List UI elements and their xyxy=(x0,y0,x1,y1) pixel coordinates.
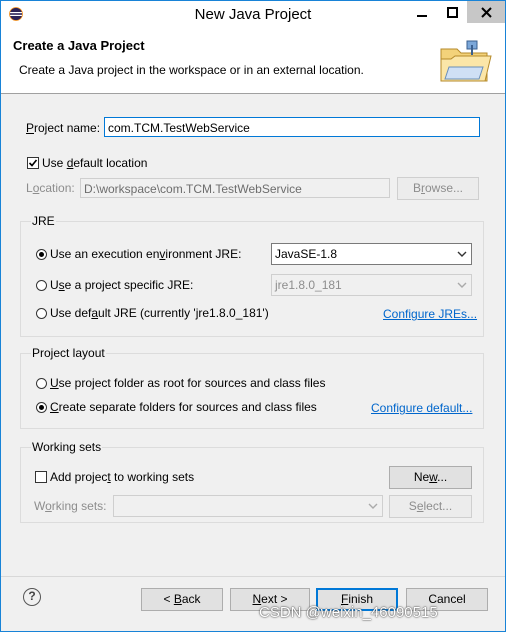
jre-default-radio[interactable] xyxy=(36,308,47,319)
add-to-working-sets-checkbox[interactable] xyxy=(35,471,47,483)
close-button[interactable] xyxy=(467,1,505,23)
execution-env-value: JavaSE-1.8 xyxy=(275,247,338,261)
location-input[interactable]: D:\workspace\com.TCM.TestWebService xyxy=(80,178,390,198)
layout-single-folder-radio[interactable] xyxy=(36,378,47,389)
jre-project-specific-radio[interactable] xyxy=(36,280,47,291)
jre-default-label: Use default JRE (currently 'jre1.8.0_181… xyxy=(50,306,269,320)
project-name-label: Project name: xyxy=(26,121,101,135)
project-layout-group xyxy=(20,353,484,429)
checkmark-icon xyxy=(28,159,38,167)
watermark: CSDN @weixin_46090515 xyxy=(259,604,438,621)
working-sets-group-title: Working sets xyxy=(31,440,103,454)
title-bar[interactable]: New Java Project xyxy=(1,1,505,29)
use-default-location-checkbox[interactable] xyxy=(27,157,39,169)
help-icon[interactable]: ? xyxy=(23,588,41,606)
location-label: Location: xyxy=(26,181,75,195)
working-sets-label: Working sets: xyxy=(34,499,107,513)
project-specific-jre-select[interactable]: jre1.8.0_181 xyxy=(271,274,472,296)
folder-wizard-icon xyxy=(440,40,492,82)
minimize-icon xyxy=(417,15,427,17)
use-default-location-label: Use default location xyxy=(42,156,148,170)
configure-jres-link[interactable]: Configure JREs... xyxy=(383,307,477,321)
jre-execution-env-label: Use an execution environment JRE: xyxy=(50,247,242,261)
dialog-window: New Java Project Create a Java Project C… xyxy=(0,0,506,632)
working-sets-select[interactable] xyxy=(113,495,383,517)
layout-separate-folders-radio[interactable] xyxy=(36,402,47,413)
project-specific-jre-value: jre1.8.0_181 xyxy=(275,278,342,292)
browse-button[interactable]: Browse... xyxy=(397,177,479,200)
jre-project-specific-label: Use a project specific JRE: xyxy=(50,278,194,292)
select-working-sets-button[interactable]: Select... xyxy=(389,495,472,518)
close-icon xyxy=(480,6,492,18)
execution-env-select[interactable]: JavaSE-1.8 xyxy=(271,243,472,265)
minimize-button[interactable] xyxy=(407,1,437,23)
jre-group-title: JRE xyxy=(31,214,56,228)
jre-execution-env-radio[interactable] xyxy=(36,249,47,260)
add-to-working-sets-label: Add project to working sets xyxy=(50,470,195,484)
project-layout-group-title: Project layout xyxy=(31,346,106,360)
maximize-button[interactable] xyxy=(437,1,467,23)
chevron-down-icon xyxy=(457,282,467,288)
chevron-down-icon xyxy=(368,503,378,509)
wizard-title: Create a Java Project xyxy=(13,38,145,53)
configure-default-link[interactable]: Configure default... xyxy=(371,401,472,415)
wizard-description: Create a Java project in the workspace o… xyxy=(19,63,364,77)
wizard-header: Create a Java Project Create a Java proj… xyxy=(1,29,505,94)
maximize-icon xyxy=(446,6,458,18)
project-name-input[interactable]: com.TCM.TestWebService xyxy=(104,117,480,137)
footer-separator xyxy=(1,576,505,577)
layout-separate-folders-label: Create separate folders for sources and … xyxy=(50,400,317,414)
chevron-down-icon xyxy=(457,251,467,257)
back-button[interactable]: < Back xyxy=(141,588,223,611)
new-working-set-button[interactable]: New... xyxy=(389,466,472,489)
layout-single-folder-label: Use project folder as root for sources a… xyxy=(50,376,326,390)
